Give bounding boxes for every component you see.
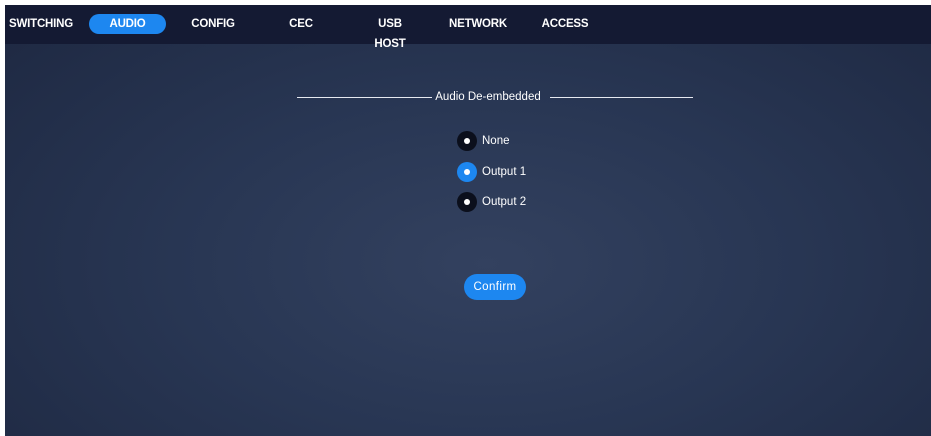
section-divider-right [550, 97, 693, 98]
nav-item-cec[interactable]: CEC [288, 14, 314, 34]
section-title: Audio De-embedded [435, 91, 541, 103]
nav-item-config[interactable]: CONFIG [190, 14, 236, 34]
confirm-button[interactable]: Confirm [464, 274, 526, 300]
radio-button[interactable] [457, 192, 477, 212]
top-nav: SWITCHING AUDIO CONFIG CEC USB HOST NETW… [5, 5, 931, 50]
radio-dot-icon [464, 169, 470, 175]
radio-option-label: None [482, 135, 510, 147]
radio-button[interactable] [457, 162, 477, 182]
nav-item-usb-host[interactable]: USB HOST [363, 14, 417, 50]
radio-option-label: Output 1 [482, 166, 527, 178]
nav-item-network[interactable]: NETWORK [449, 14, 507, 34]
nav-item-access[interactable]: ACCESS [541, 14, 589, 34]
radio-option-label: Output 2 [482, 196, 527, 208]
nav-item-switching[interactable]: SWITCHING [9, 14, 73, 34]
app-frame: SWITCHING AUDIO CONFIG CEC USB HOST NETW… [5, 5, 931, 436]
radio-dot-icon [464, 199, 470, 205]
nav-item-audio[interactable]: AUDIO [89, 14, 166, 34]
section-divider-left [297, 97, 432, 98]
radio-button[interactable] [457, 131, 477, 151]
radio-dot-icon [464, 138, 470, 144]
